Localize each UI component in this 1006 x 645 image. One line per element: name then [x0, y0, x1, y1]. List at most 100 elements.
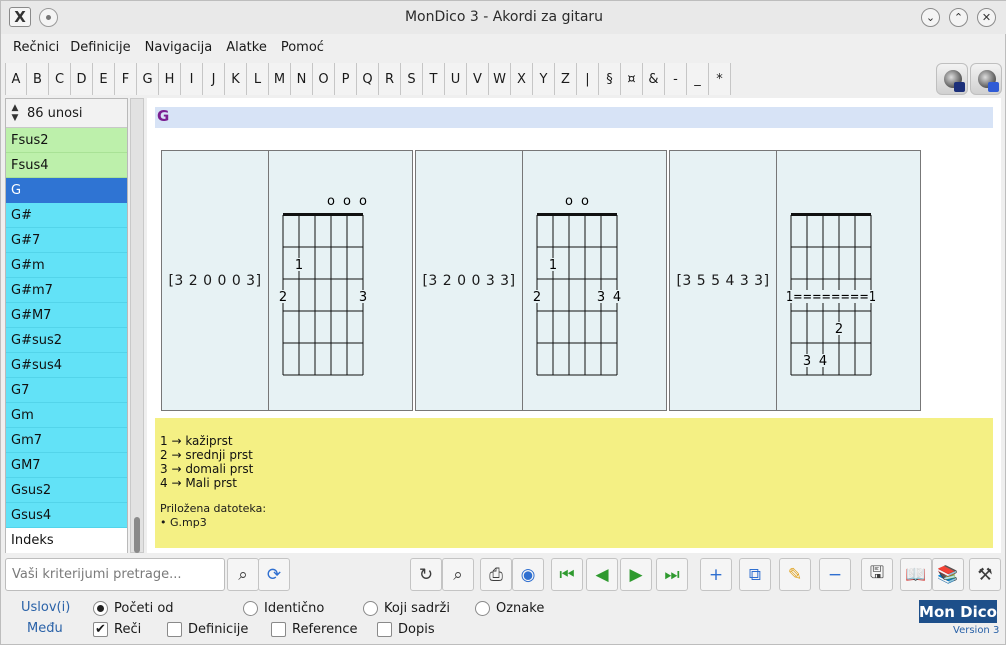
- scope-checkbox[interactable]: Reference: [271, 622, 357, 637]
- next-entry-button[interactable]: ▶: [620, 558, 652, 591]
- scrollbar-thumb[interactable]: [134, 517, 140, 553]
- alphabet-letter-button[interactable]: &: [643, 63, 665, 95]
- alphabet-letter-button[interactable]: Z: [555, 63, 577, 95]
- chevron-down-icon[interactable]: ▼: [12, 113, 19, 123]
- close-button[interactable]: ✕: [977, 8, 996, 27]
- menu-item[interactable]: Definicije: [66, 37, 140, 59]
- title-bar[interactable]: X MonDico 3 - Akordi za gitaru ⌄ ⌃ ✕: [1, 1, 1006, 34]
- alphabet-letter-button[interactable]: O: [313, 63, 335, 95]
- list-item[interactable]: G#: [6, 203, 127, 228]
- list-item[interactable]: Fsus2: [6, 128, 127, 153]
- radio-circle-icon[interactable]: [93, 601, 108, 616]
- alphabet-letter-button[interactable]: A: [5, 63, 27, 95]
- first-entry-button[interactable]: ⏮: [551, 558, 583, 591]
- list-item[interactable]: G7: [6, 378, 127, 403]
- alphabet-letter-button[interactable]: B: [27, 63, 49, 95]
- list-item[interactable]: G#sus2: [6, 328, 127, 353]
- condition-radio[interactable]: Identično: [243, 601, 324, 616]
- list-item[interactable]: G#M7: [6, 303, 127, 328]
- checkbox-icon[interactable]: [271, 622, 286, 637]
- menu-item[interactable]: Pomoć: [277, 37, 334, 59]
- save-button[interactable]: 🖫: [861, 558, 893, 591]
- web-button[interactable]: ◉: [512, 558, 544, 591]
- search-magnifier-button[interactable]: ⌕: [227, 558, 259, 591]
- list-item[interactable]: Gsus4: [6, 503, 127, 528]
- checkbox-icon[interactable]: [167, 622, 182, 637]
- alphabet-letter-button[interactable]: L: [247, 63, 269, 95]
- condition-radio[interactable]: Oznake: [475, 601, 544, 616]
- dictionary-button[interactable]: 📖: [900, 558, 932, 591]
- alphabet-letter-button[interactable]: F: [115, 63, 137, 95]
- alphabet-letter-button[interactable]: |: [577, 63, 599, 95]
- list-item[interactable]: GM7: [6, 453, 127, 478]
- list-item[interactable]: G#7: [6, 228, 127, 253]
- checkbox-icon[interactable]: ✔: [93, 622, 108, 637]
- sort-spinner[interactable]: ▲ ▼: [8, 100, 22, 127]
- list-item[interactable]: Fsus4: [6, 153, 127, 178]
- list-item[interactable]: G#m: [6, 253, 127, 278]
- sync-button[interactable]: ⟳: [258, 558, 290, 591]
- edit-entry-button[interactable]: ✎: [779, 558, 811, 591]
- add-entry-button[interactable]: +: [700, 558, 732, 591]
- radio-circle-icon[interactable]: [475, 601, 490, 616]
- alphabet-letter-button[interactable]: V: [467, 63, 489, 95]
- last-entry-button[interactable]: ⏭: [656, 558, 688, 591]
- list-item[interactable]: Gm7: [6, 428, 127, 453]
- alphabet-letter-button[interactable]: G: [137, 63, 159, 95]
- list-item[interactable]: G: [6, 178, 127, 203]
- alphabet-letter-button[interactable]: E: [93, 63, 115, 95]
- alphabet-letter-button[interactable]: H: [159, 63, 181, 95]
- alphabet-letter-button[interactable]: T: [423, 63, 445, 95]
- alphabet-letter-button[interactable]: *: [709, 63, 731, 95]
- speaker-save-button[interactable]: [936, 63, 968, 95]
- alphabet-letter-button[interactable]: M: [269, 63, 291, 95]
- condition-radio[interactable]: Koji sadrži: [363, 601, 450, 616]
- menu-item[interactable]: Alatke: [222, 37, 277, 59]
- menu-item[interactable]: Rečnici: [1, 37, 66, 59]
- checkbox-icon[interactable]: [377, 622, 392, 637]
- index-item[interactable]: Indeks: [6, 528, 127, 553]
- copy-entry-button[interactable]: ⧉: [739, 558, 771, 591]
- alphabet-letter-button[interactable]: _: [687, 63, 709, 95]
- scope-checkbox[interactable]: Definicije: [167, 622, 248, 637]
- speaker-settings-button[interactable]: [970, 63, 1002, 95]
- tools-button[interactable]: ⚒: [969, 558, 1001, 591]
- alphabet-letter-button[interactable]: N: [291, 63, 313, 95]
- entries-scrollbar[interactable]: [130, 98, 144, 553]
- alphabet-letter-button[interactable]: W: [489, 63, 511, 95]
- alphabet-letter-button[interactable]: J: [203, 63, 225, 95]
- list-item[interactable]: Gsus2: [6, 478, 127, 503]
- alphabet-letter-button[interactable]: ¤: [621, 63, 643, 95]
- alphabet-letter-button[interactable]: I: [181, 63, 203, 95]
- remove-entry-button[interactable]: −: [819, 558, 851, 591]
- print-button[interactable]: ⎙: [480, 558, 512, 591]
- alphabet-letter-button[interactable]: X: [511, 63, 533, 95]
- alphabet-letter-button[interactable]: §: [599, 63, 621, 95]
- alphabet-letter-button[interactable]: K: [225, 63, 247, 95]
- alphabet-letter-button[interactable]: Y: [533, 63, 555, 95]
- menu-item[interactable]: Navigacija: [141, 37, 223, 59]
- list-item[interactable]: G#m7: [6, 278, 127, 303]
- alphabet-letter-button[interactable]: -: [665, 63, 687, 95]
- dictionaries-button[interactable]: 📚: [932, 558, 964, 591]
- alphabet-letter-button[interactable]: S: [401, 63, 423, 95]
- scope-checkbox[interactable]: ✔ Reči: [93, 622, 141, 637]
- list-item[interactable]: G#sus4: [6, 353, 127, 378]
- chevron-up-icon[interactable]: ▲: [12, 103, 19, 113]
- radio-circle-icon[interactable]: [363, 601, 378, 616]
- previous-entry-button[interactable]: ◀: [586, 558, 618, 591]
- alphabet-letter-button[interactable]: D: [71, 63, 93, 95]
- alphabet-letter-button[interactable]: C: [49, 63, 71, 95]
- attachment-file-link[interactable]: • G.mp3: [160, 516, 988, 530]
- radio-circle-icon[interactable]: [243, 601, 258, 616]
- entries-list[interactable]: ▲ ▼ 86 unosi Fsus2 Fsus4 G G# G#7 G#m G#m7 G#M7…: [5, 98, 128, 553]
- alphabet-letter-button[interactable]: U: [445, 63, 467, 95]
- scope-checkbox[interactable]: Dopis: [377, 622, 435, 637]
- list-item[interactable]: Gm: [6, 403, 127, 428]
- alphabet-letter-button[interactable]: Q: [357, 63, 379, 95]
- alphabet-letter-button[interactable]: P: [335, 63, 357, 95]
- maximize-button[interactable]: ⌃: [949, 8, 968, 27]
- condition-radio[interactable]: Početi od: [93, 601, 174, 616]
- find-button[interactable]: ⌕: [442, 558, 474, 591]
- minimize-button[interactable]: ⌄: [921, 8, 940, 27]
